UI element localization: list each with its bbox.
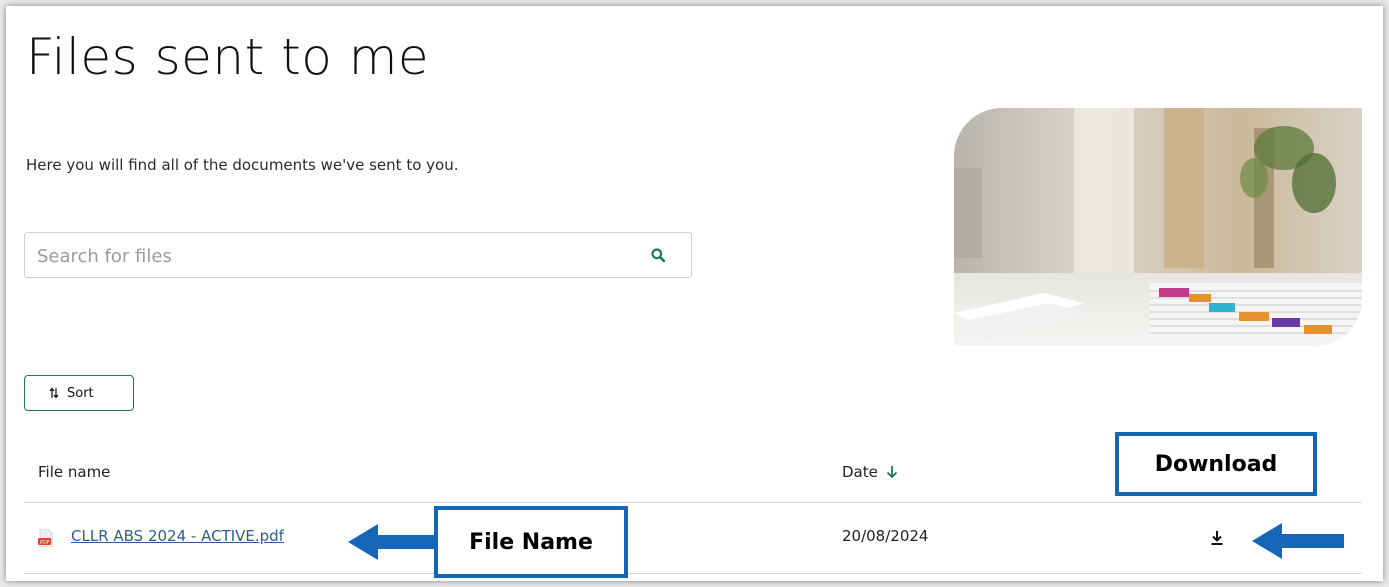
sort-label: Sort	[67, 385, 94, 401]
download-icon[interactable]	[1210, 530, 1224, 546]
pdf-file-icon: PDF	[38, 529, 53, 547]
file-name-callout: File Name	[434, 506, 628, 578]
arrow-left-icon	[348, 524, 436, 560]
search-icon[interactable]	[651, 248, 665, 262]
sort-button[interactable]: Sort	[24, 375, 134, 411]
column-header-date-label: Date	[842, 463, 878, 481]
intro-text: Here you will find all of the documents …	[26, 156, 459, 174]
sort-arrows-icon	[49, 387, 59, 399]
file-date: 20/08/2024	[842, 527, 929, 545]
search-input[interactable]	[35, 242, 639, 270]
table-row: PDF CLLR ABS 2024 - ACTIVE.pdf 20/08/202…	[24, 503, 1362, 574]
arrow-left-icon	[1252, 523, 1344, 559]
svg-text:PDF: PDF	[40, 540, 50, 546]
file-name-link[interactable]: CLLR ABS 2024 - ACTIVE.pdf	[71, 527, 284, 545]
download-callout: Download	[1115, 432, 1317, 496]
search-box	[24, 232, 692, 278]
arrow-down-icon	[886, 466, 897, 479]
files-page: Files sent to me Here you will find all …	[6, 6, 1383, 581]
column-header-file-name[interactable]: File name	[38, 463, 110, 481]
column-header-date[interactable]: Date	[842, 463, 898, 481]
page-title: Files sent to me	[26, 28, 430, 86]
hero-image-stacked-documents	[954, 108, 1362, 346]
